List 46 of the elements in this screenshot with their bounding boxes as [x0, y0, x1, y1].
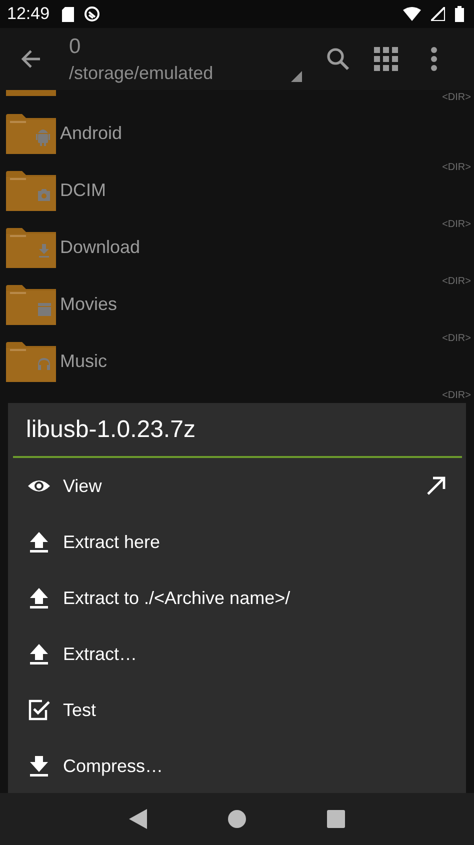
- wifi-icon: [403, 7, 421, 21]
- menu-item[interactable]: Extract…: [8, 626, 466, 682]
- back-icon[interactable]: [21, 50, 41, 68]
- folder-name[interactable]: Android: [60, 123, 122, 144]
- folder-icon: [6, 284, 56, 324]
- folder-name[interactable]: Movies: [60, 294, 118, 315]
- home-nav-icon[interactable]: [228, 810, 246, 828]
- folder-icon: [6, 228, 56, 268]
- sd-card-icon: [62, 6, 74, 22]
- circle-icon: [84, 6, 100, 22]
- upload-icon: [27, 642, 51, 666]
- download-icon: [27, 754, 51, 778]
- status-time: 12:49: [7, 4, 50, 24]
- battery-icon: [455, 6, 464, 22]
- upload-icon: [27, 586, 51, 610]
- menu-item[interactable]: View: [8, 458, 466, 514]
- folder-name[interactable]: DCIM: [60, 180, 106, 201]
- checkbox-icon: [27, 698, 51, 722]
- dialog-title: libusb-1.0.23.7z: [25, 415, 196, 445]
- dir-label: <DIR>: [442, 162, 471, 173]
- menu-item[interactable]: Extract here: [8, 514, 466, 570]
- folder-title: 0: [69, 34, 82, 58]
- dir-label: <DIR>: [442, 219, 471, 230]
- signal-icon: [431, 7, 445, 21]
- folder-name[interactable]: Music: [60, 351, 108, 372]
- back-nav-icon[interactable]: [128, 809, 147, 829]
- folder-name[interactable]: Download: [60, 237, 140, 258]
- dropdown-icon[interactable]: [291, 71, 302, 82]
- folder-icon: [6, 90, 56, 96]
- recents-nav-icon[interactable]: [327, 810, 346, 828]
- dir-label: <DIR>: [442, 92, 471, 103]
- search-icon[interactable]: [326, 47, 350, 71]
- arrow-icon[interactable]: [426, 476, 446, 496]
- menu-item[interactable]: Extract to ./<Archive name>/: [8, 570, 466, 626]
- more-icon[interactable]: [431, 47, 437, 71]
- grid-icon[interactable]: [374, 47, 398, 71]
- path-dropdown[interactable]: /storage/emulated: [69, 62, 291, 84]
- dir-label: <DIR>: [442, 276, 471, 287]
- menu-item[interactable]: Test: [8, 682, 466, 738]
- folder-icon: [6, 342, 56, 382]
- dir-label: <DIR>: [442, 390, 471, 401]
- upload-icon: [27, 530, 51, 554]
- menu-item[interactable]: Compress…: [8, 738, 466, 794]
- folder-icon: [6, 170, 56, 210]
- dir-label: <DIR>: [442, 333, 471, 344]
- folder-icon: [6, 114, 56, 154]
